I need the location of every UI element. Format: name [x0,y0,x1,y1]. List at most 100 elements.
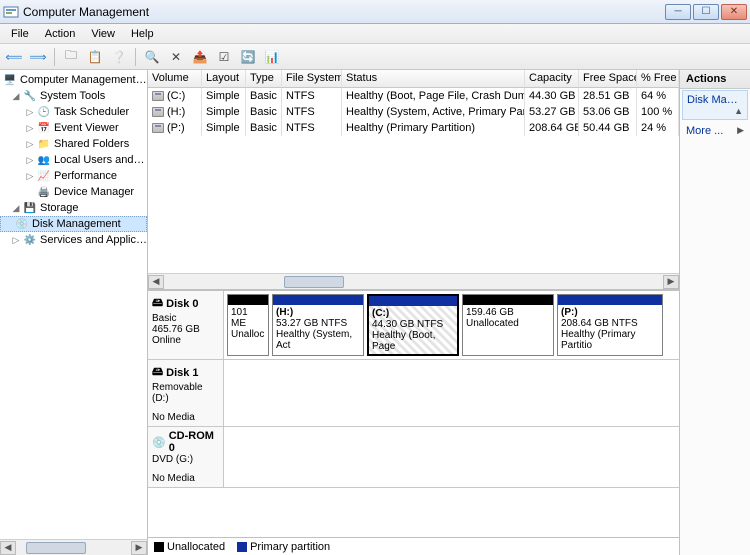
expand-icon[interactable]: ▷ [24,107,36,118]
tree-label: Device Manager [54,186,147,198]
collapse-icon[interactable]: ◢ [10,203,22,214]
col-pct[interactable]: % Free [637,70,679,86]
scroll-right-icon[interactable]: ▶ [131,541,147,555]
col-capacity[interactable]: Capacity [525,70,579,86]
tree-hscroll[interactable]: ◀ ▶ [0,539,147,555]
up-button[interactable]: 🗀 [61,47,81,67]
tree-performance[interactable]: ▷ 📈 Performance [0,168,147,184]
tree-services-apps[interactable]: ▷ ⚙️ Services and Applications [0,232,147,248]
scroll-thumb[interactable] [284,276,344,288]
tree-shared-folders[interactable]: ▷ 📁 Shared Folders [0,136,147,152]
menu-file[interactable]: File [4,26,36,42]
tree-label: Task Scheduler [54,106,147,118]
drive-icon [152,107,164,117]
close-button[interactable]: ✕ [721,4,747,20]
actions-disk-mana[interactable]: Disk Mana...▲ [682,90,748,120]
menu-view[interactable]: View [84,26,122,42]
partition-stripe [228,295,268,305]
actions-header: Actions [680,70,750,89]
disk-row: 💿CD-ROM 0DVD (G:)No Media [148,427,679,488]
refresh-button[interactable]: 🔍 [142,47,162,67]
rescan-button[interactable]: 🔄 [238,47,258,67]
partition[interactable]: (P:)208.64 GB NTFSHealthy (Primary Parti… [557,294,663,356]
disk-graph [224,360,679,426]
volume-row[interactable]: (C:)SimpleBasicNTFSHealthy (Boot, Page F… [148,88,679,104]
partition-body: (H:)53.27 GB NTFSHealthy (System, Act [273,305,363,355]
col-free[interactable]: Free Space [579,70,637,86]
partition[interactable]: (C:)44.30 GB NTFSHealthy (Boot, Page [367,294,459,356]
forward-button[interactable]: ⟹ [28,47,48,67]
tree-label: Event Viewer [54,122,147,134]
volume-row[interactable]: (H:)SimpleBasicNTFSHealthy (System, Acti… [148,104,679,120]
volume-row[interactable]: (P:)SimpleBasicNTFSHealthy (Primary Part… [148,120,679,136]
col-volume[interactable]: Volume [148,70,202,86]
col-filesystem[interactable]: File System [282,70,342,86]
back-button[interactable]: ⟸ [4,47,24,67]
scroll-track[interactable] [164,275,663,289]
disk-row: 🖴Disk 1Removable (D:)No Media [148,360,679,427]
partition[interactable]: 101 MEUnalloc [227,294,269,356]
menubar: File Action View Help [0,24,750,44]
partition-stripe [463,295,553,305]
disk-info[interactable]: 💿CD-ROM 0DVD (G:)No Media [148,427,224,487]
expand-icon[interactable]: ▷ [10,235,22,246]
scroll-thumb[interactable] [26,542,86,554]
actions-label: Disk Mana... [687,94,748,106]
export-button[interactable]: 📤 [190,47,210,67]
toolbar-sep [135,48,136,66]
app-icon [3,4,19,20]
disk-info[interactable]: 🖴Disk 1Removable (D:)No Media [148,360,224,426]
collapse-icon[interactable]: ◢ [10,91,22,102]
disk-graph: 101 MEUnalloc(H:)53.27 GB NTFSHealthy (S… [224,291,679,359]
menu-help[interactable]: Help [124,26,161,42]
tree-root[interactable]: 🖥️ Computer Management (Local [0,72,147,88]
menu-action[interactable]: Action [38,26,83,42]
settings-button[interactable]: ☑ [214,47,234,67]
device-icon: 🖨️ [36,185,52,199]
scroll-right-icon[interactable]: ▶ [663,275,679,289]
scroll-left-icon[interactable]: ◀ [0,541,16,555]
maximize-button[interactable]: ☐ [693,4,719,20]
disk-icon: 💿 [152,436,166,449]
col-type[interactable]: Type [246,70,282,86]
disk-graph [224,427,679,487]
tree-task-scheduler[interactable]: ▷ 🕒 Task Scheduler [0,104,147,120]
expand-icon[interactable]: ▷ [24,123,36,134]
tree-storage[interactable]: ◢ 💾 Storage [0,200,147,216]
legend-unallocated: Unallocated [154,541,225,553]
actions-pane: Actions Disk Mana...▲ More ...▶ [680,70,750,555]
tree-label: Performance [54,170,147,182]
legend-label: Unallocated [167,541,225,553]
expand-icon[interactable]: ▷ [24,171,36,182]
partition[interactable]: 159.46 GBUnallocated [462,294,554,356]
tree-device-manager[interactable]: 🖨️ Device Manager [0,184,147,200]
window-title: Computer Management [23,5,665,19]
tree-event-viewer[interactable]: ▷ 📅 Event Viewer [0,120,147,136]
delete-button[interactable]: ✕ [166,47,186,67]
tree-system-tools[interactable]: ◢ 🔧 System Tools [0,88,147,104]
legend: Unallocated Primary partition [148,537,679,555]
help-button[interactable]: 📊 [262,47,282,67]
expand-icon[interactable]: ▷ [24,155,36,166]
perf-icon: 📈 [36,169,52,183]
scroll-left-icon[interactable]: ◀ [148,275,164,289]
tree-local-users[interactable]: ▷ 👥 Local Users and Groups [0,152,147,168]
actions-more[interactable]: More ...▶ [680,121,750,141]
main-area: 🖥️ Computer Management (Local ◢ 🔧 System… [0,70,750,555]
col-layout[interactable]: Layout [202,70,246,86]
disk-info[interactable]: 🖴Disk 0Basic465.76 GBOnline [148,291,224,359]
disk-rows: 🖴Disk 0Basic465.76 GBOnline101 MEUnalloc… [148,291,679,488]
partition-stripe [558,295,662,305]
storage-icon: 💾 [22,201,38,215]
col-status[interactable]: Status [342,70,525,86]
expand-icon[interactable]: ▷ [24,139,36,150]
volume-list: Volume Layout Type File System Status Ca… [148,70,679,290]
tree-disk-management[interactable]: 💿 Disk Management [0,216,147,232]
show-hide-button[interactable]: 📋 [85,47,105,67]
scroll-track[interactable] [16,541,131,555]
tree-label: Services and Applications [40,234,147,246]
properties-button[interactable]: ❔ [109,47,129,67]
partition[interactable]: (H:)53.27 GB NTFSHealthy (System, Act [272,294,364,356]
vlist-hscroll[interactable]: ◀ ▶ [148,273,679,289]
minimize-button[interactable]: ─ [665,4,691,20]
